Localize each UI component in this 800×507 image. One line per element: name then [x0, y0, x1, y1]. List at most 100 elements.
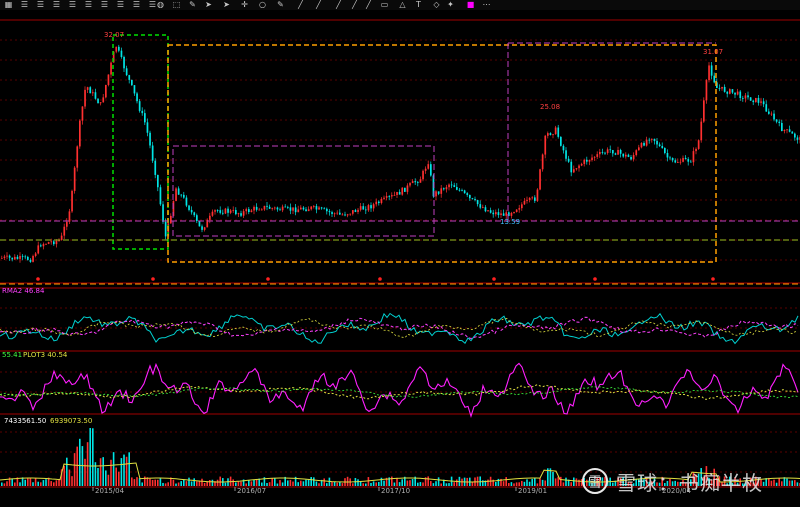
candle	[183, 194, 185, 198]
list-icon[interactable]: ☰	[132, 1, 141, 9]
candle	[739, 91, 742, 99]
candle	[250, 210, 253, 213]
list-icon[interactable]: ☰	[116, 1, 125, 9]
pen-icon[interactable]: ✎	[276, 1, 285, 9]
candle	[68, 211, 71, 222]
list-icon[interactable]: ☰	[100, 1, 109, 9]
volume-bar	[448, 483, 450, 486]
volume-bar	[310, 477, 312, 486]
pen-icon[interactable]: ✎	[188, 1, 197, 9]
candle	[664, 147, 666, 154]
volume-bar	[271, 478, 273, 486]
candle	[458, 189, 461, 191]
volume-bar	[120, 458, 123, 486]
candle	[518, 208, 521, 210]
grid-icon[interactable]: ▦	[4, 1, 13, 9]
candle	[762, 101, 765, 105]
candle	[695, 148, 697, 152]
candle	[687, 159, 690, 162]
candle	[21, 255, 24, 257]
cursor-icon[interactable]: ➤	[222, 1, 231, 9]
select-icon[interactable]: ⬚	[172, 1, 181, 9]
volume-bar	[253, 479, 255, 486]
candle	[118, 46, 120, 51]
volume-bar	[336, 482, 338, 486]
volume-bar	[775, 482, 778, 486]
volume-bar	[268, 482, 271, 486]
list-icon[interactable]: ☰	[20, 1, 29, 9]
candle	[94, 92, 97, 99]
cursor-icon[interactable]: ➤	[204, 1, 213, 9]
candle	[492, 212, 495, 215]
volume-bar	[190, 481, 193, 486]
candle	[326, 208, 328, 212]
candle	[328, 211, 331, 213]
xaxis-tick-label: 2015/04	[95, 487, 125, 495]
candle	[424, 168, 427, 171]
line-icon[interactable]: ╱	[314, 1, 323, 9]
line-icon[interactable]: ╱	[334, 1, 343, 9]
volume-bar	[796, 482, 799, 486]
volume-value1: 7433561.50	[4, 417, 46, 425]
volume-bar	[476, 476, 479, 486]
circle-icon[interactable]: ○	[258, 1, 267, 9]
globe-icon[interactable]: ◍	[156, 1, 165, 9]
candle	[302, 207, 305, 210]
volume-bar	[573, 477, 575, 486]
candle	[502, 213, 505, 216]
candle	[149, 132, 151, 146]
candle	[622, 153, 625, 157]
candle	[292, 207, 294, 211]
candle	[736, 91, 739, 95]
list-icon[interactable]: ☰	[84, 1, 93, 9]
candle	[578, 165, 580, 169]
candle	[557, 127, 560, 137]
volume-bar	[34, 478, 37, 486]
candle	[1, 257, 3, 259]
line-icon[interactable]: ╱	[364, 1, 373, 9]
candle	[146, 122, 149, 133]
list-icon[interactable]: ☰	[36, 1, 45, 9]
volume-bar	[430, 481, 432, 486]
volume-bar	[32, 482, 34, 486]
volume-bar	[359, 481, 362, 486]
list-icon[interactable]: ☰	[52, 1, 61, 9]
candle	[583, 159, 586, 164]
line-icon[interactable]: ╱	[296, 1, 305, 9]
candle	[144, 113, 146, 123]
candle	[781, 122, 783, 132]
candle	[102, 97, 105, 103]
brush-icon[interactable]: ✦	[446, 1, 455, 9]
volume-bar	[250, 481, 253, 486]
rect-icon[interactable]: ▭	[380, 1, 389, 9]
volume-bar	[445, 483, 448, 486]
candle	[115, 46, 118, 52]
list-icon[interactable]: ☰	[68, 1, 77, 9]
candle	[27, 256, 29, 260]
candle	[794, 133, 796, 138]
line-icon[interactable]: ╱	[350, 1, 359, 9]
volume-bar	[71, 476, 73, 486]
volume-bar	[131, 477, 133, 486]
more-icon[interactable]: ⋯	[482, 1, 491, 9]
volume-bar	[105, 470, 107, 486]
volume-bar	[245, 483, 247, 486]
crosshair-icon[interactable]: ✛	[240, 1, 249, 9]
volume-bar	[453, 482, 455, 486]
volume-bar	[211, 479, 214, 486]
volume-bar	[552, 471, 554, 486]
palette-icon[interactable]: ■	[466, 1, 475, 9]
marker-dot	[36, 277, 40, 281]
candle	[300, 207, 302, 210]
shape-icon[interactable]: ◇	[432, 1, 441, 9]
candle	[718, 88, 721, 89]
candle	[786, 129, 788, 131]
triangle-icon[interactable]: △	[398, 1, 407, 9]
volume-bar	[164, 483, 167, 486]
indicator2-line-magenta	[0, 362, 799, 419]
text-icon[interactable]: T	[414, 1, 423, 9]
candle	[162, 204, 164, 222]
volume-bar	[79, 438, 81, 486]
candle	[331, 212, 333, 214]
volume-bar	[575, 478, 578, 486]
